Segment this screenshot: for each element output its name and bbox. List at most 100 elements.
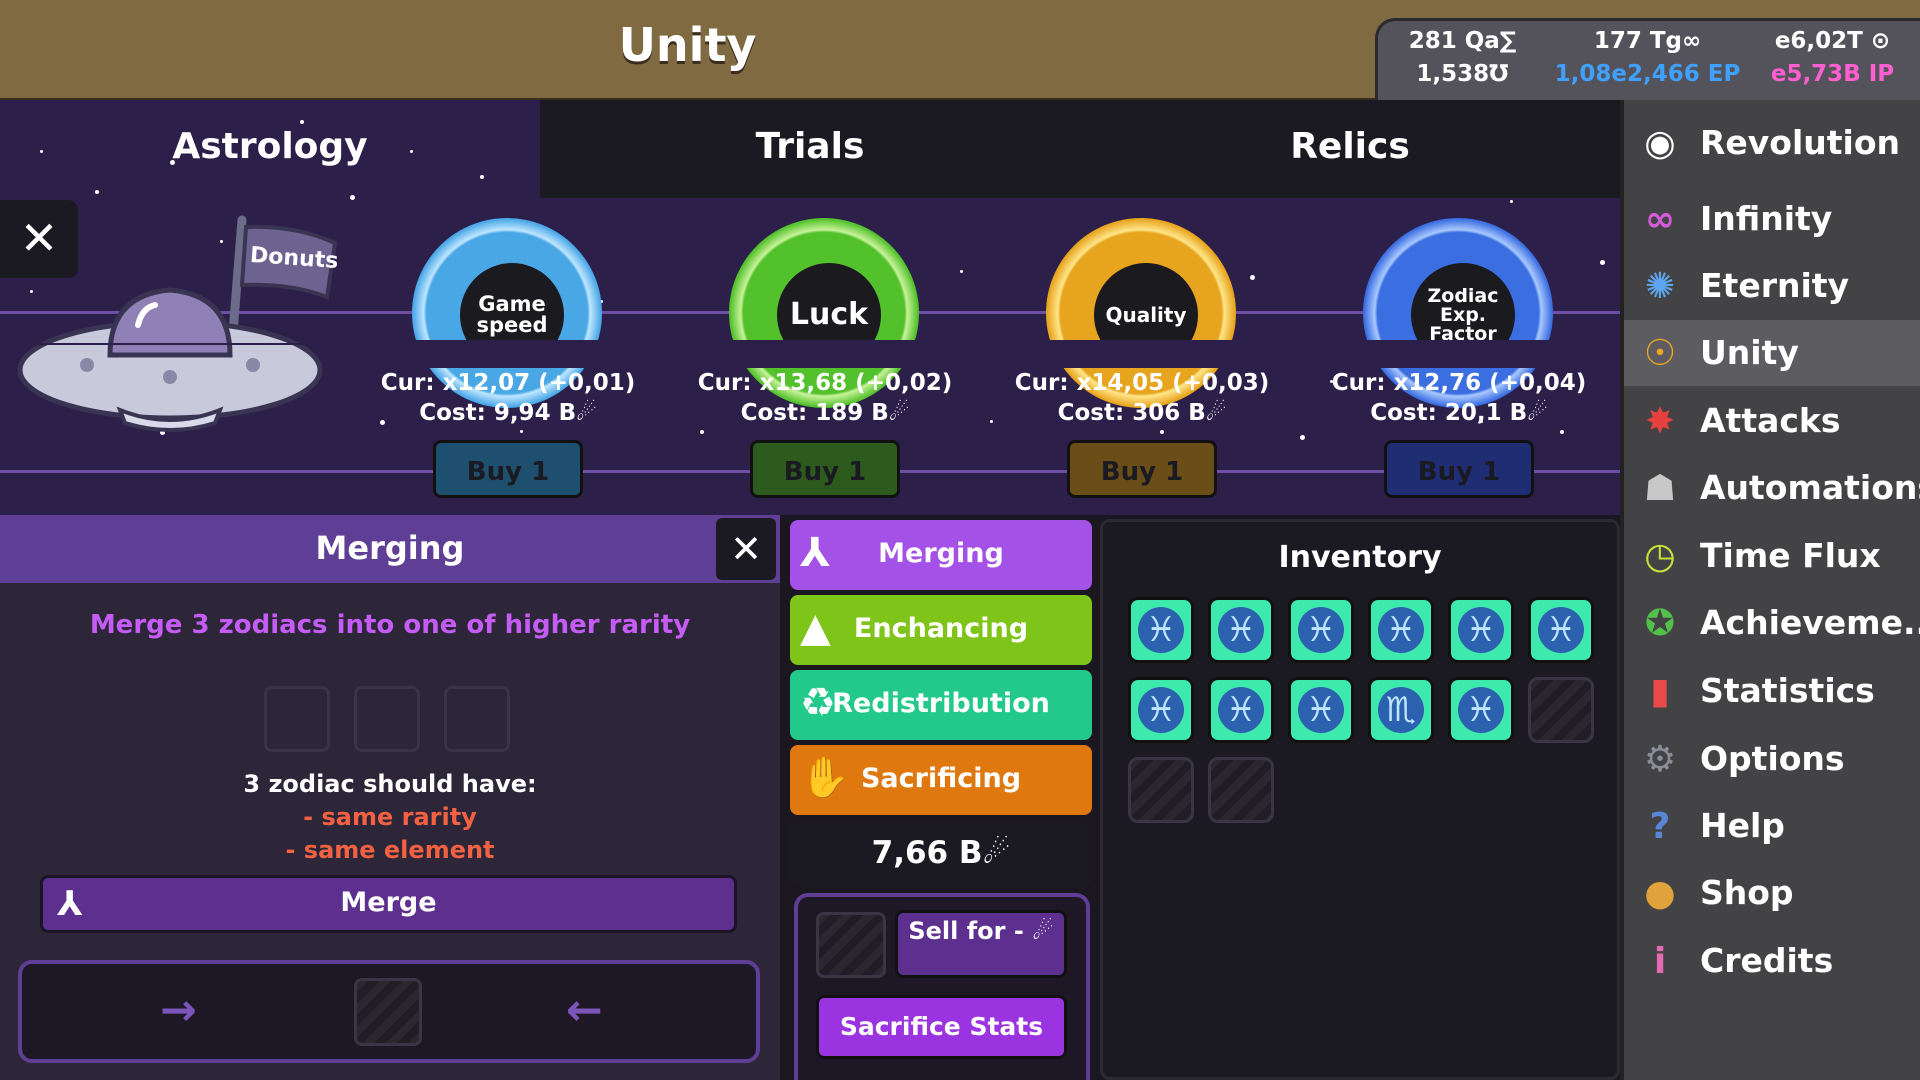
zodiac-item[interactable]: ♓ [1208, 597, 1274, 663]
merging-action-button[interactable]: ⅄ Merging [790, 520, 1092, 590]
timeflux-icon: ◷ [1644, 536, 1676, 577]
unity-icon: ☉ [1643, 333, 1677, 374]
zodiac-item[interactable]: ♓ [1128, 597, 1194, 663]
sell-button[interactable]: Sell for - ☄ [895, 910, 1067, 978]
inventory-title: Inventory [1278, 540, 1442, 575]
sidebar-item-label: Automations [1700, 468, 1920, 507]
star [700, 430, 704, 434]
sidebar-item-label: Options [1700, 739, 1845, 778]
enchancing-action-button[interactable]: ▲ Enchancing [790, 595, 1092, 665]
ufo-illustration [17, 215, 338, 432]
zodiac-item[interactable]: ♓ [1448, 597, 1514, 663]
tab-astrology[interactable]: Astrology [0, 126, 540, 167]
pisces-icon: ♓ [1138, 687, 1184, 733]
currency-e: e6,02T ⊙ [1774, 28, 1891, 54]
game-speed-cost: Cost: 9,94 B☄ [419, 400, 597, 426]
zodiac-item[interactable]: ♏ [1368, 677, 1434, 743]
redistribution-action-button[interactable]: ♻ Redistribution [790, 670, 1092, 740]
attacks-icon: ✸ [1644, 401, 1676, 442]
sidebar-item-label: Achieveme... [1700, 603, 1920, 642]
tab-relics[interactable]: Relics [1080, 126, 1620, 167]
sacrifice-stats-button[interactable]: Sacrifice Stats [816, 995, 1067, 1059]
quality-cur: Cur: x14,05 (+0,03) [1014, 370, 1270, 396]
merge-slot-1[interactable] [264, 686, 330, 752]
zodiac-item[interactable]: ♓ [1448, 677, 1514, 743]
sidebar-item-label: Revolution [1700, 123, 1901, 162]
scorpio-icon: ♏ [1378, 687, 1424, 733]
zodiac-item[interactable]: ♓ [1288, 677, 1354, 743]
merge-rule-element: - same element [285, 836, 495, 864]
star [1300, 435, 1305, 440]
tab-trials[interactable]: Trials [540, 126, 1080, 167]
sidebar-item-options[interactable]: ⚙ Options [1624, 726, 1920, 792]
merge-icon: ⅄ [800, 530, 831, 576]
star [960, 270, 963, 273]
star [350, 195, 355, 200]
infinity-icon: ∞ [1645, 199, 1675, 240]
pisces-icon: ♓ [1458, 607, 1504, 653]
revolution-icon: ◉ [1644, 123, 1676, 164]
sidebar-item-eternity[interactable]: ✺ Eternity [1624, 253, 1920, 319]
merging-description: Merge 3 zodiacs into one of higher rarit… [89, 610, 691, 640]
zodiac-item[interactable]: ♓ [1368, 597, 1434, 663]
sidebar-item-revolution[interactable]: ◉ Revolution [1624, 110, 1920, 176]
balance-display: 7,66 B☄ [790, 823, 1092, 885]
pisces-icon: ♓ [1138, 607, 1184, 653]
star [480, 175, 484, 179]
sidebar-item-achieveme[interactable]: ✪ Achieveme... [1624, 590, 1920, 656]
sidebar-item-statistics[interactable]: ▮ Statistics [1624, 658, 1920, 724]
game-speed-cur: Cur: x12,07 (+0,01) [380, 370, 636, 396]
merge-button[interactable]: ⅄ Merge [40, 875, 737, 933]
buy-quality-button[interactable]: Buy 1 [1067, 440, 1217, 498]
merge-rule-title: 3 zodiac should have: [243, 770, 537, 798]
sacrifice-slot[interactable] [816, 912, 886, 978]
luck-cost: Cost: 189 B☄ [740, 400, 910, 426]
merge-rule-rarity: - same rarity [303, 803, 477, 831]
star [1160, 430, 1164, 434]
sidebar-item-infinity[interactable]: ∞ Infinity [1624, 186, 1920, 252]
star [520, 430, 523, 433]
sidebar-item-automations[interactable]: ☗ Automations [1624, 455, 1920, 521]
merge-slot-3[interactable] [444, 686, 510, 752]
help-icon: ? [1649, 806, 1671, 847]
sidebar-item-unity[interactable]: ☉ Unity [1624, 320, 1920, 386]
merge-result-slot[interactable] [354, 978, 422, 1046]
pisces-icon: ♓ [1298, 687, 1344, 733]
zodiac-item[interactable]: ♓ [1288, 597, 1354, 663]
sidebar-item-credits[interactable]: i Credits [1624, 928, 1920, 994]
currency-omega: 1,538℧ [1416, 61, 1509, 87]
buy-game-speed-button[interactable]: Buy 1 [433, 440, 583, 498]
merging-title: Merging [0, 515, 780, 583]
recycle-icon: ♻ [800, 680, 836, 726]
sidebar-item-shop[interactable]: ● Shop [1624, 860, 1920, 926]
sidebar-item-help[interactable]: ? Help [1624, 793, 1920, 859]
statistics-icon: ▮ [1650, 671, 1670, 712]
sidebar-item-label: Time Flux [1700, 536, 1881, 575]
empty-inventory-slot[interactable] [1208, 757, 1274, 823]
empty-inventory-slot[interactable] [1128, 757, 1194, 823]
sidebar-item-label: Attacks [1700, 401, 1841, 440]
star [1600, 260, 1605, 265]
zodiac-item[interactable]: ♓ [1128, 677, 1194, 743]
empty-inventory-slot[interactable] [1528, 677, 1594, 743]
credits-icon: i [1653, 941, 1667, 982]
arrow-left-icon: ← [566, 985, 603, 1036]
zodiac-item[interactable]: ♓ [1208, 677, 1274, 743]
buy-luck-button[interactable]: Buy 1 [750, 440, 900, 498]
sidebar-item-timeflux[interactable]: ◷ Time Flux [1624, 523, 1920, 589]
currency-qa: 281 Qa∑ [1408, 28, 1517, 54]
zodiac-item[interactable]: ♓ [1528, 597, 1594, 663]
close-merging-icon[interactable]: ✕ [716, 518, 776, 580]
buy-zodiac-exp-button[interactable]: Buy 1 [1384, 440, 1534, 498]
merge-button-label: Merge [340, 887, 437, 918]
merge-slot-2[interactable] [354, 686, 420, 752]
sidebar-item-attacks[interactable]: ✸ Attacks [1624, 388, 1920, 454]
pisces-icon: ♓ [1298, 607, 1344, 653]
hand-icon: ✋ [800, 755, 850, 801]
currency-ep: 1,08e2,466 EP [1554, 61, 1741, 87]
sacrificing-action-button[interactable]: ✋ Sacrificing [790, 745, 1092, 815]
wizard-hat-icon: ▲ [800, 605, 831, 651]
eternity-icon: ✺ [1644, 266, 1676, 307]
sidebar-item-label: Statistics [1700, 671, 1875, 710]
pisces-icon: ♓ [1378, 607, 1424, 653]
